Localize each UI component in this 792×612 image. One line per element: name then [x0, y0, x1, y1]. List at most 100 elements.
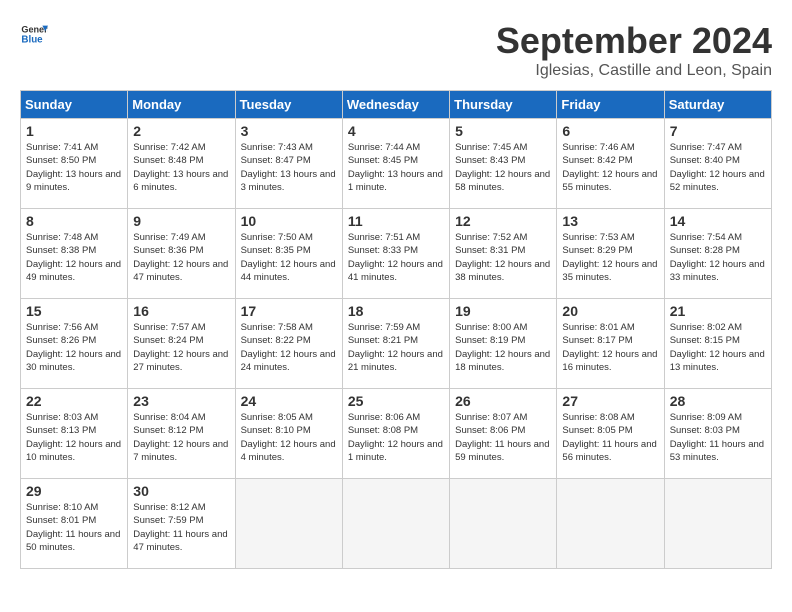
calendar-cell: 10 Sunrise: 7:50 AM Sunset: 8:35 PM Dayl…: [235, 209, 342, 299]
day-info: Sunrise: 7:59 AM Sunset: 8:21 PM Dayligh…: [348, 321, 444, 374]
svg-text:Blue: Blue: [21, 34, 43, 45]
calendar-week-3: 15 Sunrise: 7:56 AM Sunset: 8:26 PM Dayl…: [21, 299, 772, 389]
calendar-cell: [235, 479, 342, 569]
calendar-week-2: 8 Sunrise: 7:48 AM Sunset: 8:38 PM Dayli…: [21, 209, 772, 299]
day-number: 11: [348, 213, 444, 229]
day-info: Sunrise: 7:58 AM Sunset: 8:22 PM Dayligh…: [241, 321, 337, 374]
day-info: Sunrise: 7:45 AM Sunset: 8:43 PM Dayligh…: [455, 141, 551, 194]
calendar-cell: [557, 479, 664, 569]
calendar-cell: 23 Sunrise: 8:04 AM Sunset: 8:12 PM Dayl…: [128, 389, 235, 479]
day-info: Sunrise: 8:00 AM Sunset: 8:19 PM Dayligh…: [455, 321, 551, 374]
day-number: 30: [133, 483, 229, 499]
day-number: 27: [562, 393, 658, 409]
day-number: 13: [562, 213, 658, 229]
day-number: 5: [455, 123, 551, 139]
day-info: Sunrise: 7:50 AM Sunset: 8:35 PM Dayligh…: [241, 231, 337, 284]
header-wednesday: Wednesday: [342, 91, 449, 119]
day-number: 10: [241, 213, 337, 229]
day-info: Sunrise: 7:54 AM Sunset: 8:28 PM Dayligh…: [670, 231, 766, 284]
calendar-cell: 15 Sunrise: 7:56 AM Sunset: 8:26 PM Dayl…: [21, 299, 128, 389]
day-number: 20: [562, 303, 658, 319]
header-tuesday: Tuesday: [235, 91, 342, 119]
calendar-cell: 8 Sunrise: 7:48 AM Sunset: 8:38 PM Dayli…: [21, 209, 128, 299]
day-info: Sunrise: 8:07 AM Sunset: 8:06 PM Dayligh…: [455, 411, 551, 464]
calendar-cell: 7 Sunrise: 7:47 AM Sunset: 8:40 PM Dayli…: [664, 119, 771, 209]
day-number: 17: [241, 303, 337, 319]
logo: General Blue: [20, 20, 48, 48]
day-info: Sunrise: 8:08 AM Sunset: 8:05 PM Dayligh…: [562, 411, 658, 464]
calendar-cell: 12 Sunrise: 7:52 AM Sunset: 8:31 PM Dayl…: [450, 209, 557, 299]
day-info: Sunrise: 7:57 AM Sunset: 8:24 PM Dayligh…: [133, 321, 229, 374]
day-number: 18: [348, 303, 444, 319]
calendar-cell: [342, 479, 449, 569]
day-info: Sunrise: 7:48 AM Sunset: 8:38 PM Dayligh…: [26, 231, 122, 284]
day-info: Sunrise: 7:44 AM Sunset: 8:45 PM Dayligh…: [348, 141, 444, 194]
day-info: Sunrise: 7:41 AM Sunset: 8:50 PM Dayligh…: [26, 141, 122, 194]
day-number: 2: [133, 123, 229, 139]
calendar-cell: 22 Sunrise: 8:03 AM Sunset: 8:13 PM Dayl…: [21, 389, 128, 479]
day-info: Sunrise: 8:03 AM Sunset: 8:13 PM Dayligh…: [26, 411, 122, 464]
day-number: 14: [670, 213, 766, 229]
calendar-cell: 3 Sunrise: 7:43 AM Sunset: 8:47 PM Dayli…: [235, 119, 342, 209]
day-info: Sunrise: 7:47 AM Sunset: 8:40 PM Dayligh…: [670, 141, 766, 194]
calendar-week-4: 22 Sunrise: 8:03 AM Sunset: 8:13 PM Dayl…: [21, 389, 772, 479]
day-number: 29: [26, 483, 122, 499]
month-title: September 2024: [496, 20, 772, 62]
day-info: Sunrise: 7:53 AM Sunset: 8:29 PM Dayligh…: [562, 231, 658, 284]
calendar-cell: [450, 479, 557, 569]
day-number: 4: [348, 123, 444, 139]
location-title: Iglesias, Castille and Leon, Spain: [496, 62, 772, 80]
day-number: 9: [133, 213, 229, 229]
day-info: Sunrise: 7:52 AM Sunset: 8:31 PM Dayligh…: [455, 231, 551, 284]
calendar-cell: 1 Sunrise: 7:41 AM Sunset: 8:50 PM Dayli…: [21, 119, 128, 209]
header-monday: Monday: [128, 91, 235, 119]
calendar-cell: 11 Sunrise: 7:51 AM Sunset: 8:33 PM Dayl…: [342, 209, 449, 299]
header-sunday: Sunday: [21, 91, 128, 119]
day-number: 3: [241, 123, 337, 139]
calendar-cell: 13 Sunrise: 7:53 AM Sunset: 8:29 PM Dayl…: [557, 209, 664, 299]
calendar-cell: 5 Sunrise: 7:45 AM Sunset: 8:43 PM Dayli…: [450, 119, 557, 209]
day-info: Sunrise: 8:04 AM Sunset: 8:12 PM Dayligh…: [133, 411, 229, 464]
calendar-cell: 18 Sunrise: 7:59 AM Sunset: 8:21 PM Dayl…: [342, 299, 449, 389]
day-info: Sunrise: 8:02 AM Sunset: 8:15 PM Dayligh…: [670, 321, 766, 374]
calendar-week-1: 1 Sunrise: 7:41 AM Sunset: 8:50 PM Dayli…: [21, 119, 772, 209]
day-info: Sunrise: 7:42 AM Sunset: 8:48 PM Dayligh…: [133, 141, 229, 194]
calendar-cell: 26 Sunrise: 8:07 AM Sunset: 8:06 PM Dayl…: [450, 389, 557, 479]
day-info: Sunrise: 7:46 AM Sunset: 8:42 PM Dayligh…: [562, 141, 658, 194]
day-info: Sunrise: 8:01 AM Sunset: 8:17 PM Dayligh…: [562, 321, 658, 374]
calendar-cell: 29 Sunrise: 8:10 AM Sunset: 8:01 PM Dayl…: [21, 479, 128, 569]
day-number: 24: [241, 393, 337, 409]
day-number: 19: [455, 303, 551, 319]
day-number: 1: [26, 123, 122, 139]
day-info: Sunrise: 8:09 AM Sunset: 8:03 PM Dayligh…: [670, 411, 766, 464]
day-number: 21: [670, 303, 766, 319]
day-number: 15: [26, 303, 122, 319]
day-number: 16: [133, 303, 229, 319]
day-number: 28: [670, 393, 766, 409]
calendar-cell: 2 Sunrise: 7:42 AM Sunset: 8:48 PM Dayli…: [128, 119, 235, 209]
day-number: 26: [455, 393, 551, 409]
calendar-cell: 28 Sunrise: 8:09 AM Sunset: 8:03 PM Dayl…: [664, 389, 771, 479]
day-number: 23: [133, 393, 229, 409]
calendar-cell: 27 Sunrise: 8:08 AM Sunset: 8:05 PM Dayl…: [557, 389, 664, 479]
day-info: Sunrise: 8:05 AM Sunset: 8:10 PM Dayligh…: [241, 411, 337, 464]
day-info: Sunrise: 7:43 AM Sunset: 8:47 PM Dayligh…: [241, 141, 337, 194]
calendar-cell: 17 Sunrise: 7:58 AM Sunset: 8:22 PM Dayl…: [235, 299, 342, 389]
header-thursday: Thursday: [450, 91, 557, 119]
calendar-cell: 25 Sunrise: 8:06 AM Sunset: 8:08 PM Dayl…: [342, 389, 449, 479]
day-number: 25: [348, 393, 444, 409]
page-header: General Blue September 2024 Iglesias, Ca…: [20, 20, 772, 80]
day-info: Sunrise: 7:56 AM Sunset: 8:26 PM Dayligh…: [26, 321, 122, 374]
day-info: Sunrise: 8:06 AM Sunset: 8:08 PM Dayligh…: [348, 411, 444, 464]
day-info: Sunrise: 8:12 AM Sunset: 7:59 PM Dayligh…: [133, 501, 229, 554]
calendar-cell: 19 Sunrise: 8:00 AM Sunset: 8:19 PM Dayl…: [450, 299, 557, 389]
title-section: September 2024 Iglesias, Castille and Le…: [496, 20, 772, 80]
calendar-cell: 9 Sunrise: 7:49 AM Sunset: 8:36 PM Dayli…: [128, 209, 235, 299]
day-number: 7: [670, 123, 766, 139]
calendar-cell: 20 Sunrise: 8:01 AM Sunset: 8:17 PM Dayl…: [557, 299, 664, 389]
day-info: Sunrise: 7:49 AM Sunset: 8:36 PM Dayligh…: [133, 231, 229, 284]
calendar-table: SundayMondayTuesdayWednesdayThursdayFrid…: [20, 90, 772, 569]
day-info: Sunrise: 8:10 AM Sunset: 8:01 PM Dayligh…: [26, 501, 122, 554]
day-number: 8: [26, 213, 122, 229]
calendar-cell: 6 Sunrise: 7:46 AM Sunset: 8:42 PM Dayli…: [557, 119, 664, 209]
